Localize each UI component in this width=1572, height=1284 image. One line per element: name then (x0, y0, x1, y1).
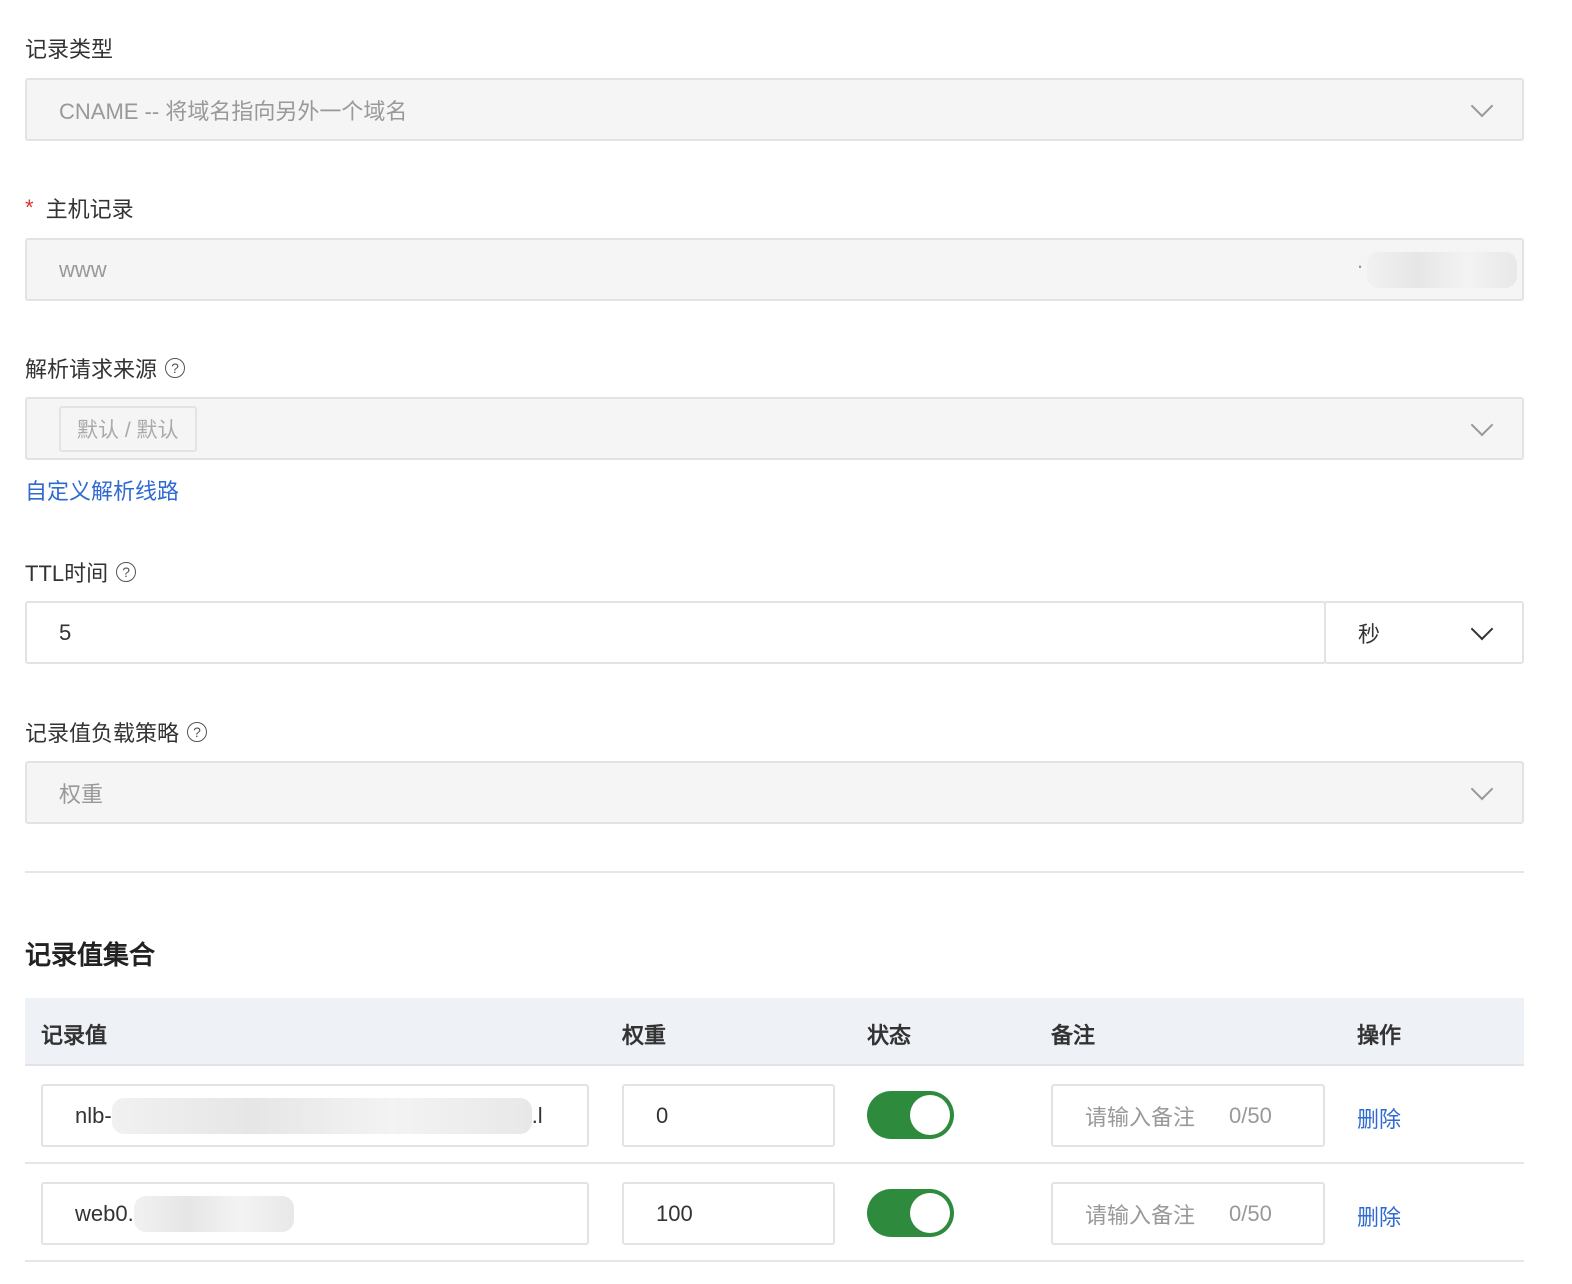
record-type-select[interactable]: CNAME -- 将域名指向另外一个域名 (25, 78, 1524, 141)
column-header: 权重 (622, 1023, 667, 1048)
help-icon[interactable]: ? (116, 562, 137, 582)
record-value-input[interactable]: web0. (41, 1182, 589, 1245)
record-value-input[interactable]: nlb- .l (41, 1084, 589, 1147)
select-value: CNAME -- 将域名指向另外一个域名 (59, 98, 408, 124)
redacted-domain (1367, 252, 1517, 288)
row-divider (25, 1162, 1524, 1164)
label-text: 记录值负载策略 (25, 721, 180, 746)
strategy-select[interactable]: 权重 (25, 761, 1524, 824)
source-label: 解析请求来源? (25, 352, 186, 384)
input-value: nlb- (75, 1102, 112, 1128)
label-text: 记录类型 (25, 37, 114, 62)
ttl-label: TTL时间? (25, 556, 137, 588)
required-mark: * (25, 195, 34, 220)
source-tag: 默认 / 默认 (59, 405, 197, 452)
redacted-value (111, 1097, 532, 1134)
label-text: TTL时间 (25, 561, 109, 586)
chevron-down-icon (1470, 413, 1494, 437)
label-text: 解析请求来源 (25, 357, 158, 382)
select-value: 权重 (59, 781, 104, 807)
select-value: 秒 (1358, 621, 1381, 647)
domain-suffix: . (1357, 248, 1364, 273)
delete-button[interactable]: 删除 (1357, 1200, 1401, 1232)
column-header: 操作 (1357, 1023, 1402, 1048)
input-value: 5 (59, 619, 72, 645)
remark-input[interactable]: 请输入备注 0/50 (1051, 1084, 1325, 1147)
column-header: 记录值 (41, 1023, 108, 1048)
record-type-label: 记录类型 (25, 32, 113, 64)
strategy-label: 记录值负载策略? (25, 716, 208, 748)
host-input[interactable]: www . (25, 238, 1524, 301)
chevron-down-icon (1470, 777, 1494, 801)
table-header (25, 998, 1524, 1066)
status-toggle[interactable] (867, 1091, 954, 1139)
column-header: 备注 (1051, 1023, 1096, 1048)
ttl-unit-select[interactable]: 秒 (1324, 601, 1524, 664)
ttl-input[interactable]: 5 (25, 601, 1326, 664)
column-header: 状态 (867, 1023, 912, 1048)
divider (25, 871, 1524, 873)
placeholder: 请输入备注 (1085, 1104, 1196, 1130)
help-icon[interactable]: ? (165, 358, 186, 378)
status-toggle[interactable] (867, 1189, 954, 1237)
chevron-down-icon (1470, 94, 1494, 118)
label-text: 主机记录 (45, 197, 134, 222)
input-value: www (59, 256, 107, 282)
section-title: 记录值集合 (25, 940, 156, 970)
input-value: web0. (75, 1200, 134, 1226)
delete-button[interactable]: 删除 (1357, 1102, 1401, 1134)
char-count: 0/50 (1229, 1102, 1272, 1128)
input-value-tail: .l (531, 1102, 543, 1128)
input-value: 0 (656, 1102, 669, 1128)
weight-input[interactable]: 0 (622, 1084, 835, 1147)
host-label: * 主机记录 (25, 192, 134, 224)
row-divider (25, 1260, 1524, 1262)
char-count: 0/50 (1229, 1200, 1272, 1226)
placeholder: 请输入备注 (1085, 1202, 1196, 1228)
redacted-value (133, 1195, 294, 1232)
source-select[interactable]: 默认 / 默认 (25, 397, 1524, 460)
input-value: 100 (656, 1200, 693, 1226)
help-icon[interactable]: ? (187, 722, 208, 742)
chevron-down-icon (1470, 617, 1494, 641)
remark-input[interactable]: 请输入备注 0/50 (1051, 1182, 1325, 1245)
weight-input[interactable]: 100 (622, 1182, 835, 1245)
custom-line-link[interactable]: 自定义解析线路 (25, 474, 179, 506)
